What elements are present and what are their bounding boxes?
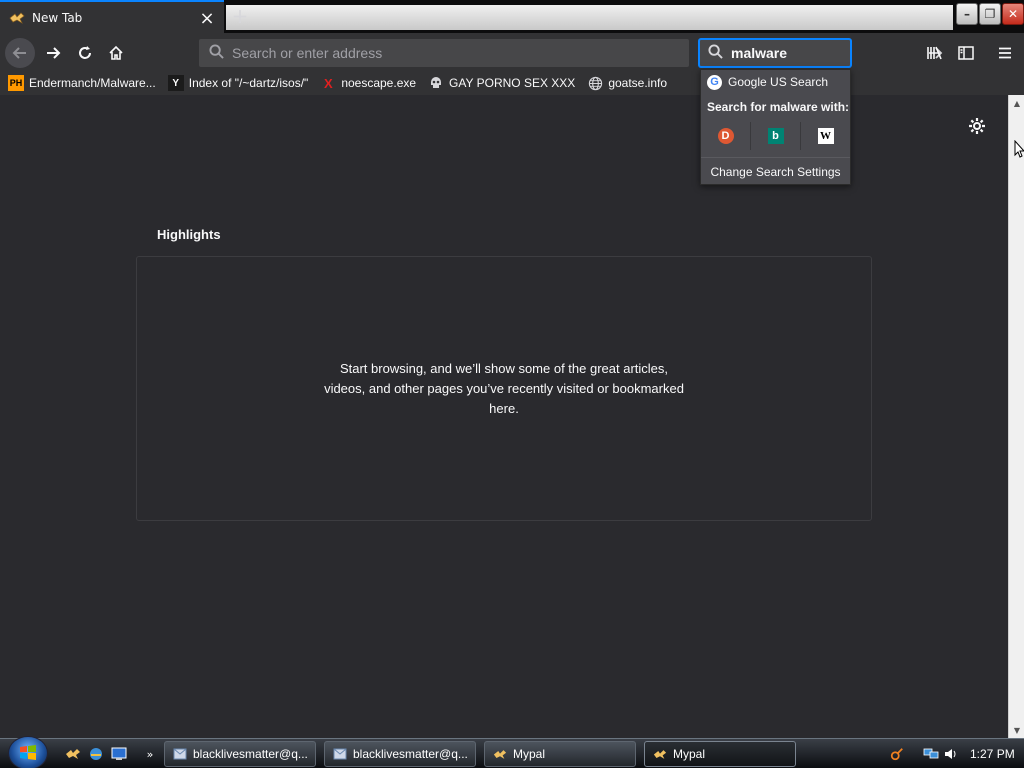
- duckduckgo-icon: D: [717, 128, 734, 144]
- bookmark-label: Index of "/~dartz/isos/": [188, 76, 309, 90]
- ie-quicklaunch-icon[interactable]: [88, 746, 104, 762]
- forward-button[interactable]: [38, 38, 68, 68]
- tab-title: New Tab: [32, 11, 83, 25]
- volume-icon[interactable]: [942, 745, 960, 763]
- search-bar[interactable]: [699, 39, 943, 67]
- back-button[interactable]: [5, 38, 35, 68]
- bookmark-item[interactable]: PH Endermanch/Malware...: [8, 75, 156, 91]
- mypal-quicklaunch-icon[interactable]: [65, 746, 81, 762]
- google-logo-icon: G: [707, 74, 722, 90]
- globe-icon: [587, 75, 603, 91]
- skull-icon: [428, 75, 444, 91]
- taskbar-item[interactable]: Mypal: [484, 741, 636, 767]
- vertical-scrollbar[interactable]: ▲ ▼: [1008, 95, 1024, 738]
- new-tab-page: Highlights Start browsing, and we’ll sho…: [0, 95, 1008, 738]
- mypal-favicon-icon: [8, 11, 26, 25]
- search-suggestions-popup: G Google US Search Search for malware wi…: [700, 69, 851, 185]
- network-icon[interactable]: [922, 745, 940, 763]
- minimize-button[interactable]: –: [956, 3, 978, 25]
- pornhub-logo-icon: PH: [8, 75, 24, 91]
- scroll-up-arrow-icon[interactable]: ▲: [1009, 95, 1024, 111]
- windows-taskbar: » blacklivesmatter@q... blacklivesmatter…: [0, 736, 1024, 768]
- new-tab-button[interactable]: +: [228, 4, 252, 28]
- default-search-engine-item[interactable]: G Google US Search: [701, 70, 850, 94]
- duckduckgo-button[interactable]: D: [701, 122, 751, 150]
- library-button[interactable]: [922, 41, 948, 65]
- quicklaunch-chevron[interactable]: »: [142, 746, 158, 762]
- start-button[interactable]: [8, 736, 48, 768]
- x-logo-icon: X: [323, 75, 333, 91]
- hamburger-menu-button[interactable]: [992, 41, 1018, 65]
- search-icon: [708, 44, 723, 62]
- taskbar-item-label: Mypal: [513, 747, 546, 761]
- bookmark-item[interactable]: goatse.info: [587, 75, 667, 91]
- tab-strip: New Tab × + – ❐ ✕: [0, 0, 1024, 34]
- system-clock[interactable]: 1:27 PM: [970, 747, 1015, 761]
- engine-label: Google US Search: [728, 75, 829, 89]
- reload-button[interactable]: [70, 38, 100, 68]
- search-input[interactable]: [731, 45, 927, 61]
- show-desktop-icon[interactable]: [111, 746, 127, 762]
- bookmark-item[interactable]: GAY PORNO SEX XXX: [428, 75, 575, 91]
- search-with-label: Search for malware with:: [707, 100, 850, 114]
- bookmark-label: goatse.info: [608, 76, 668, 90]
- bookmarks-toolbar: PH Endermanch/Malware... Y Index of "/~d…: [0, 71, 1024, 95]
- bookmark-item[interactable]: Y Index of "/~dartz/isos/": [167, 75, 309, 91]
- bookmark-label: noescape.exe: [341, 76, 417, 90]
- url-bar[interactable]: [199, 39, 689, 67]
- bookmark-label: Endermanch/Malware...: [29, 76, 156, 90]
- close-window-button[interactable]: ✕: [1002, 3, 1024, 25]
- sidebar-toggle-button[interactable]: [953, 41, 979, 65]
- bookmark-item[interactable]: X noescape.exe: [320, 75, 416, 91]
- change-search-settings-button[interactable]: Change Search Settings: [701, 157, 850, 185]
- tab-close-icon[interactable]: ×: [196, 7, 218, 29]
- home-button[interactable]: [101, 38, 131, 68]
- highlights-panel: Start browsing, and we’ll show some of t…: [136, 256, 872, 521]
- email-window-icon: [333, 747, 347, 761]
- wikipedia-icon: W: [817, 128, 834, 144]
- mypal-icon: [653, 747, 667, 761]
- taskbar-item-label: blacklivesmatter@q...: [193, 747, 308, 761]
- one-off-engines: D b W: [701, 122, 850, 150]
- scroll-down-arrow-icon[interactable]: ▼: [1009, 722, 1024, 738]
- highlights-empty-message: Start browsing, and we’ll show some of t…: [324, 360, 684, 416]
- gear-icon[interactable]: [966, 115, 988, 137]
- taskbar-item-active[interactable]: Mypal: [644, 741, 796, 767]
- wikipedia-button[interactable]: W: [801, 122, 850, 150]
- navigation-toolbar: [0, 33, 1024, 71]
- restore-button[interactable]: ❐: [979, 3, 1001, 25]
- taskbar-item[interactable]: blacklivesmatter@q...: [324, 741, 476, 767]
- taskbar-item-label: Mypal: [673, 747, 706, 761]
- taskbar-item-label: blacklivesmatter@q...: [353, 747, 468, 761]
- system-tray: 1:27 PM: [888, 742, 1024, 766]
- tab-new-tab[interactable]: New Tab ×: [0, 0, 224, 34]
- mouse-cursor-icon: [1014, 139, 1024, 158]
- mypal-icon: [493, 747, 507, 761]
- window-controls: – ❐ ✕: [955, 3, 1024, 25]
- search-icon: [209, 44, 224, 62]
- ycombinator-logo-icon: Y: [167, 75, 184, 91]
- bookmark-label: GAY PORNO SEX XXX: [449, 76, 576, 90]
- url-input[interactable]: [232, 45, 689, 61]
- search-tray-icon[interactable]: [888, 745, 906, 763]
- tab-strip-empty-area: [226, 5, 953, 30]
- email-window-icon: [173, 747, 187, 761]
- taskbar-item[interactable]: blacklivesmatter@q...: [164, 741, 316, 767]
- highlights-heading: Highlights: [157, 227, 221, 242]
- bing-icon: b: [767, 128, 784, 144]
- bing-button[interactable]: b: [751, 122, 801, 150]
